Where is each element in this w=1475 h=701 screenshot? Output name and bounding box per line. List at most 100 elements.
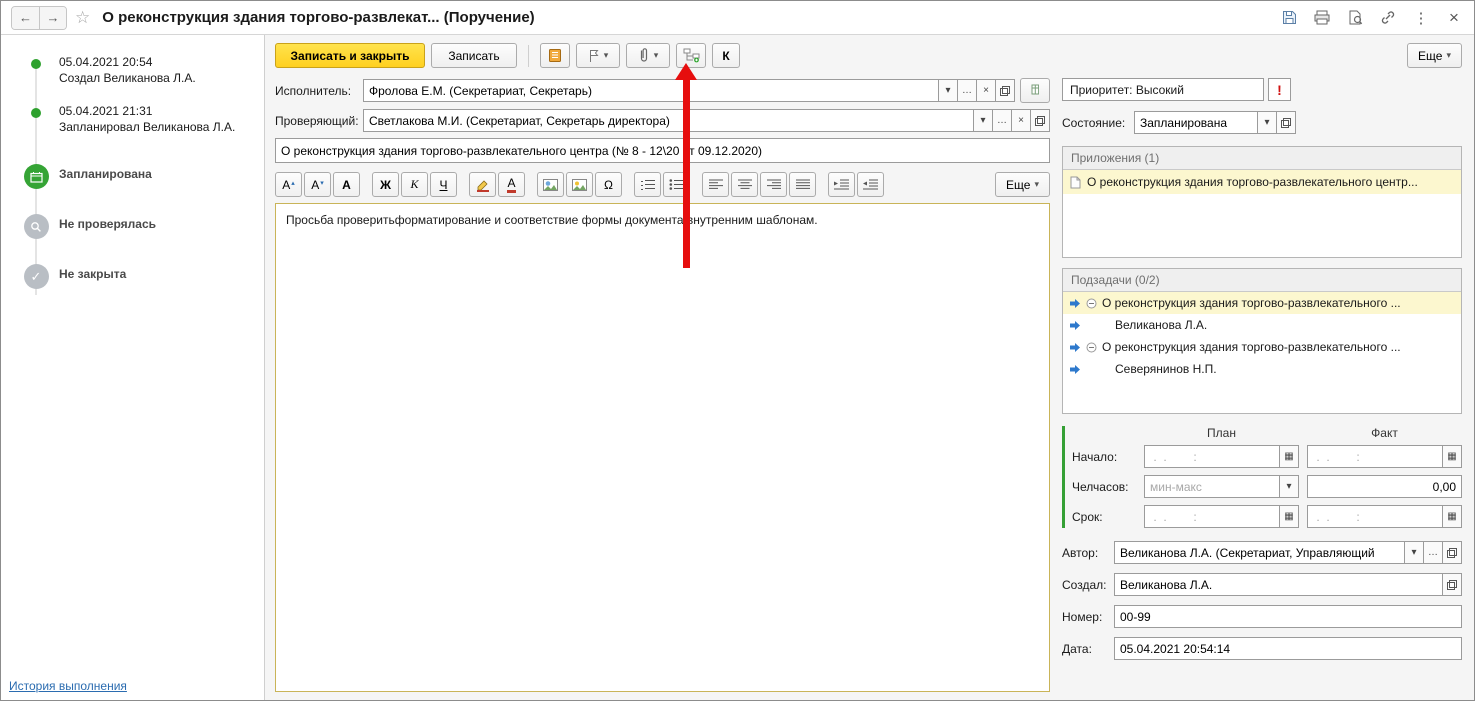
- author-select-button[interactable]: …: [1424, 541, 1443, 564]
- subject-input[interactable]: [275, 138, 1050, 163]
- underline-button[interactable]: Ч: [430, 172, 457, 197]
- align-center-button[interactable]: [731, 172, 758, 197]
- editor-toolbar: А ▴ А ▾ А Ж К Ч А Ω Еще ▾: [275, 172, 1050, 197]
- insert-symbol-button[interactable]: Ω: [595, 172, 622, 197]
- date-input[interactable]: [1114, 637, 1462, 660]
- bold-button[interactable]: Ж: [372, 172, 399, 197]
- get-link-button[interactable]: [1378, 8, 1398, 28]
- font-size-decrease-button[interactable]: А ▾: [304, 172, 331, 197]
- attachments-box: Приложения (1) О реконструкция здания то…: [1062, 146, 1462, 258]
- preview-button[interactable]: [1345, 8, 1365, 28]
- author-input[interactable]: [1114, 541, 1405, 564]
- numbered-list-button[interactable]: [634, 172, 661, 197]
- chevron-down-icon: ▾: [1411, 547, 1417, 558]
- insert-picture-button[interactable]: [566, 172, 593, 197]
- subtask-row[interactable]: О реконструкция здания торгово-развлекат…: [1063, 336, 1461, 358]
- state-open-button[interactable]: [1277, 111, 1296, 134]
- content: 05.04.2021 20:54 Создал Великанова Л.А. …: [1, 35, 1474, 700]
- print-button[interactable]: [1312, 8, 1332, 28]
- reviewer-clear-button[interactable]: ×: [1012, 109, 1031, 132]
- window-menu-button[interactable]: ⋮: [1411, 8, 1431, 28]
- control-button[interactable]: К: [712, 43, 740, 68]
- chevron-down-icon: ▾: [1446, 50, 1451, 60]
- number-input[interactable]: [1114, 605, 1462, 628]
- insert-link-image-button[interactable]: [537, 172, 564, 197]
- more-button[interactable]: Еще ▾: [1407, 43, 1462, 68]
- collapse-icon[interactable]: [1086, 342, 1097, 353]
- subtask-row[interactable]: Северянинов Н.П.: [1063, 358, 1461, 380]
- created-input[interactable]: [1114, 573, 1443, 596]
- executor-select-button[interactable]: …: [958, 79, 977, 102]
- start-fact-input[interactable]: [1307, 445, 1443, 468]
- priority-field[interactable]: Приоритет: Высокий: [1062, 78, 1264, 101]
- save-and-close-button[interactable]: Записать и закрыть: [275, 43, 425, 68]
- start-fact-calendar-button[interactable]: ▦: [1443, 445, 1462, 468]
- due-fact-input[interactable]: [1307, 505, 1443, 528]
- executor-clear-button[interactable]: ×: [977, 79, 996, 102]
- chevron-down-icon: ▾: [1264, 117, 1270, 128]
- executor-input[interactable]: [363, 79, 939, 102]
- timeline-entry: 05.04.2021 21:31 Запланировал Великанова…: [1, 102, 264, 135]
- attachment-item[interactable]: О реконструкция здания торгово-развлекат…: [1063, 170, 1461, 194]
- add-executor-button[interactable]: [1020, 78, 1050, 103]
- close-window-button[interactable]: ×: [1444, 8, 1464, 28]
- due-fact-calendar-button[interactable]: ▦: [1443, 505, 1462, 528]
- font-letter: А: [282, 177, 291, 192]
- subtask-row[interactable]: Великанова Л.А.: [1063, 314, 1461, 336]
- open-icon: [1447, 547, 1457, 558]
- due-plan-input[interactable]: [1144, 505, 1280, 528]
- highlight-color-button[interactable]: [469, 172, 496, 197]
- reviewer-field-group: ▾ … ×: [363, 109, 1050, 132]
- executor-dropdown-button[interactable]: ▾: [939, 79, 958, 102]
- state-dropdown-button[interactable]: ▾: [1258, 111, 1277, 134]
- executor-open-button[interactable]: [996, 79, 1015, 102]
- bulleted-list-button[interactable]: [663, 172, 690, 197]
- align-right-button[interactable]: [760, 172, 787, 197]
- author-open-button[interactable]: [1443, 541, 1462, 564]
- forward-button[interactable]: →: [39, 6, 66, 29]
- add-table-icon: [1031, 84, 1039, 95]
- journal-button[interactable]: [540, 43, 570, 68]
- history-link[interactable]: История выполнения: [9, 679, 127, 693]
- italic-button[interactable]: К: [401, 172, 428, 197]
- editor-more-button[interactable]: Еще ▾: [995, 172, 1050, 197]
- start-plan-calendar-button[interactable]: ▦: [1280, 445, 1299, 468]
- font-size-increase-button[interactable]: А ▴: [275, 172, 302, 197]
- attachments-button[interactable]: ▾: [626, 43, 670, 68]
- favorite-button[interactable]: ☆: [75, 8, 90, 28]
- reviewer-input[interactable]: [363, 109, 974, 132]
- priority-mark-button[interactable]: !: [1268, 78, 1291, 101]
- author-dropdown-button[interactable]: ▾: [1405, 541, 1424, 564]
- created-open-button[interactable]: [1443, 573, 1462, 596]
- down-arrow-icon: ▾: [320, 179, 324, 187]
- collapse-icon[interactable]: [1086, 298, 1097, 309]
- number-label: Номер:: [1062, 609, 1103, 624]
- save-file-button[interactable]: [1279, 8, 1299, 28]
- save-button[interactable]: Записать: [431, 43, 517, 68]
- manhours-fact-input[interactable]: [1307, 475, 1462, 498]
- align-justify-button[interactable]: [789, 172, 816, 197]
- start-plan-input[interactable]: [1144, 445, 1280, 468]
- indent-decrease-button[interactable]: [857, 172, 884, 197]
- align-left-icon: [708, 179, 723, 189]
- fact-header: Факт: [1371, 426, 1398, 440]
- reviewer-open-button[interactable]: [1031, 109, 1050, 132]
- not-checked-icon: [23, 214, 49, 239]
- flag-button[interactable]: ▾: [576, 43, 620, 68]
- arrow-right-icon: →: [46, 10, 60, 25]
- state-input[interactable]: [1134, 111, 1258, 134]
- due-plan-calendar-button[interactable]: ▦: [1280, 505, 1299, 528]
- task-description-editor[interactable]: Просьба проверитьформатирование и соотве…: [275, 203, 1050, 692]
- reviewer-select-button[interactable]: …: [993, 109, 1012, 132]
- back-button[interactable]: ←: [12, 6, 39, 29]
- manhours-dropdown-button[interactable]: ▾: [1280, 475, 1299, 498]
- manhours-plan-input[interactable]: [1144, 475, 1280, 498]
- reviewer-dropdown-button[interactable]: ▾: [974, 109, 993, 132]
- align-right-icon: [766, 179, 781, 189]
- task-tree-button[interactable]: [676, 43, 706, 68]
- font-color-button[interactable]: А: [498, 172, 525, 197]
- font-button[interactable]: А: [333, 172, 360, 197]
- subtask-row[interactable]: О реконструкция здания торгово-развлекат…: [1063, 292, 1461, 314]
- align-left-button[interactable]: [702, 172, 729, 197]
- indent-increase-button[interactable]: [828, 172, 855, 197]
